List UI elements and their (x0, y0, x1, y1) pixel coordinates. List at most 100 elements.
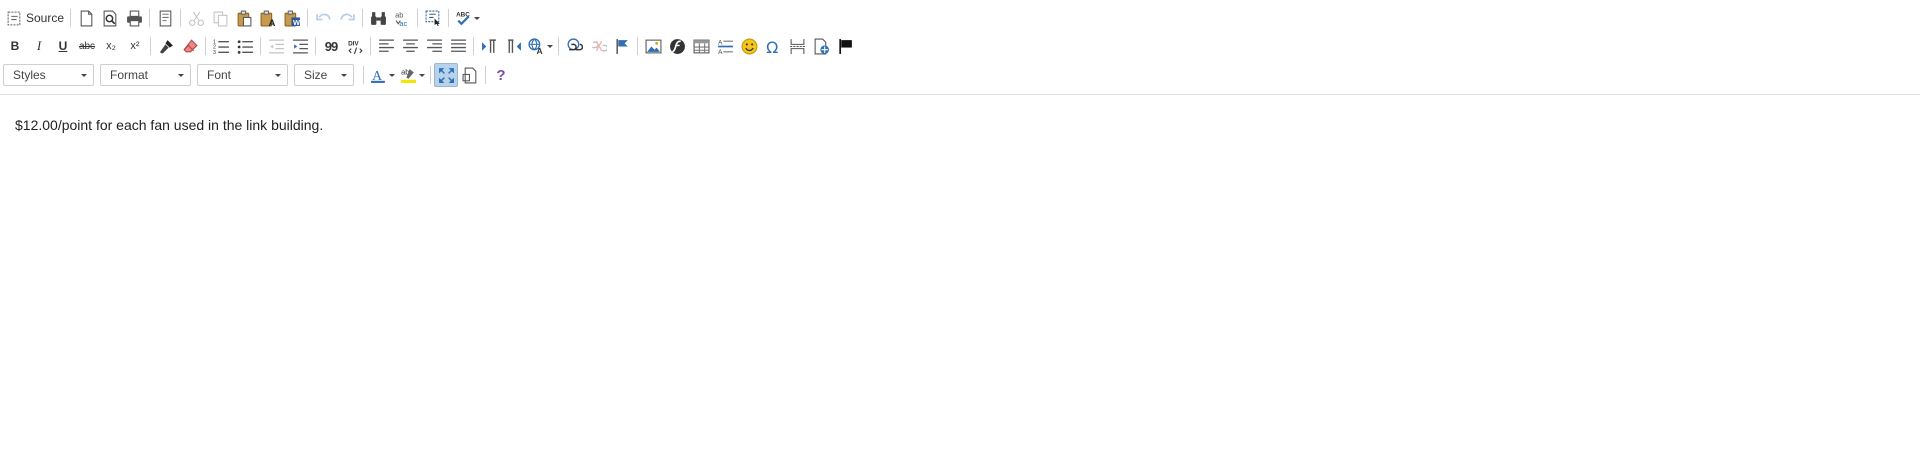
superscript-button[interactable]: x² (123, 34, 147, 58)
strikethrough-button[interactable]: abc (75, 34, 99, 58)
bold-button[interactable]: B (3, 34, 27, 58)
underline-button[interactable]: U (51, 34, 75, 58)
separator (430, 66, 431, 84)
separator (417, 9, 419, 27)
text-direction-rtl-button[interactable] (501, 34, 525, 58)
decrease-indent-button[interactable] (264, 34, 288, 58)
size-dropdown[interactable]: Size (294, 64, 354, 86)
source-button[interactable]: Source (3, 6, 67, 30)
text-color-button[interactable]: A (367, 63, 397, 87)
copy-formatting-button[interactable] (154, 34, 178, 58)
find-button[interactable] (366, 6, 390, 30)
editor-toolbar: Source A W ab ac ABC B I U abc x₂ x² 1 2… (0, 0, 1920, 95)
text-direction-ltr-button[interactable] (477, 34, 501, 58)
templates-icon (159, 10, 171, 26)
flash-button[interactable] (665, 34, 689, 58)
printer-icon (126, 10, 142, 26)
image-button[interactable] (641, 34, 665, 58)
select-all-button[interactable] (421, 6, 445, 30)
svg-text:A: A (536, 45, 542, 54)
toolbar-row-3: Styles Format Font Size A ab ? (3, 63, 513, 87)
align-justify-icon (450, 38, 466, 52)
highlight-color-icon: ab (400, 67, 416, 83)
replace-button[interactable]: ab ac (390, 6, 414, 30)
bulleted-list-button[interactable] (233, 34, 257, 58)
bulleted-list-icon (237, 39, 253, 54)
separator (180, 9, 182, 27)
undo-button[interactable] (311, 6, 335, 30)
special-char-button[interactable]: Ω (761, 34, 785, 58)
flash-icon (669, 38, 685, 54)
justify-button[interactable] (446, 34, 470, 58)
iframe-button[interactable] (809, 34, 833, 58)
help-icon: ? (496, 66, 506, 84)
separator (315, 37, 316, 55)
replace-icon: abac (395, 10, 407, 27)
separator (260, 37, 261, 55)
align-right-button[interactable] (422, 34, 446, 58)
redo-button[interactable] (335, 6, 359, 30)
language-button[interactable]: A (525, 34, 555, 58)
preview-icon (103, 10, 116, 26)
align-center-button[interactable] (398, 34, 422, 58)
paste-text-icon: A (260, 10, 275, 27)
separator (370, 37, 371, 55)
new-page-button[interactable] (74, 6, 98, 30)
print-button[interactable] (122, 6, 146, 30)
maximize-button[interactable] (434, 63, 458, 87)
paste-text-button[interactable]: A (256, 6, 280, 30)
font-dropdown[interactable]: Font (197, 64, 288, 86)
separator (558, 37, 559, 55)
placeholder-flag-button[interactable] (833, 34, 857, 58)
anchor-button[interactable] (610, 34, 634, 58)
create-div-button[interactable]: DIV (343, 34, 367, 58)
editor-content[interactable]: $12.00/point for each fan used in the li… (15, 116, 323, 134)
paintbrush-icon (159, 39, 173, 53)
separator (205, 37, 206, 55)
horizontal-rule-button[interactable]: AA (713, 34, 737, 58)
italic-button[interactable]: I (27, 34, 51, 58)
separator (448, 9, 450, 27)
smiley-button[interactable] (737, 34, 761, 58)
styles-dropdown[interactable]: Styles (3, 64, 94, 86)
separator (473, 37, 474, 55)
copy-button[interactable] (208, 6, 232, 30)
templates-button[interactable] (153, 6, 177, 30)
subscript-button[interactable]: x₂ (99, 34, 123, 58)
cut-button[interactable] (184, 6, 208, 30)
svg-text:3: 3 (213, 49, 216, 54)
toolbar-row-2: B I U abc x₂ x² 123 99 DIV A A A Ω (3, 34, 857, 58)
remove-format-button[interactable] (178, 34, 202, 58)
svg-text:A: A (372, 67, 382, 82)
text-color-icon: A (370, 67, 385, 83)
background-color-button[interactable]: ab (397, 63, 427, 87)
separator (637, 37, 638, 55)
language-icon: A (527, 37, 542, 55)
chevron-down-icon (275, 73, 281, 77)
rtl-icon (507, 38, 521, 53)
spellcheck-icon: ABC (456, 11, 470, 25)
increase-indent-button[interactable] (288, 34, 312, 58)
spell-check-button[interactable]: ABC (452, 6, 482, 30)
page-break-button[interactable] (785, 34, 809, 58)
blockquote-button[interactable]: 99 (319, 34, 343, 58)
table-button[interactable] (689, 34, 713, 58)
svg-text:A: A (718, 48, 723, 54)
page-break-icon (789, 38, 805, 54)
paste-button[interactable] (232, 6, 256, 30)
paste-from-word-button[interactable]: W (280, 6, 304, 30)
about-button[interactable]: ? (489, 63, 513, 87)
preview-button[interactable] (98, 6, 122, 30)
separator (363, 66, 364, 84)
omega-icon: Ω (766, 38, 778, 55)
unlink-button[interactable] (586, 34, 610, 58)
copy-icon (213, 11, 227, 26)
align-right-icon (426, 38, 442, 52)
numbered-list-button[interactable]: 123 (209, 34, 233, 58)
format-dropdown[interactable]: Format (100, 64, 191, 86)
link-button[interactable] (562, 34, 586, 58)
link-icon (566, 37, 583, 50)
show-blocks-button[interactable] (458, 63, 482, 87)
align-left-button[interactable] (374, 34, 398, 58)
new-page-icon (80, 10, 92, 26)
